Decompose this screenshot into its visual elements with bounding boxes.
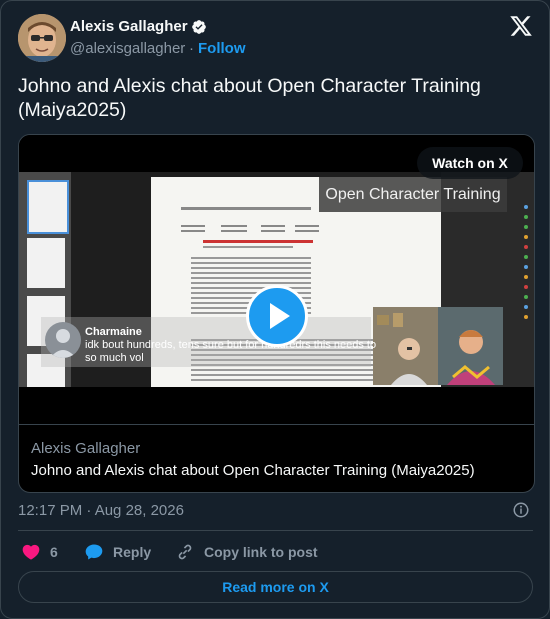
verified-badge-icon	[192, 20, 206, 34]
heart-icon	[22, 544, 40, 560]
reply-button[interactable]: Reply	[84, 542, 154, 562]
link-preview[interactable]: Alexis Gallagher Johno and Alexis chat a…	[19, 424, 534, 492]
x-logo-icon[interactable]	[509, 14, 533, 38]
play-icon	[270, 303, 290, 329]
copy-link-label: Copy link to post	[204, 544, 318, 560]
link-icon	[178, 544, 192, 560]
author-avatar[interactable]	[18, 14, 66, 62]
like-count: 6	[50, 544, 58, 560]
author-handle[interactable]: @alexisgallagher	[70, 40, 185, 57]
read-more-button[interactable]: Read more on X	[18, 571, 533, 603]
copy-link-button[interactable]: Copy link to post	[175, 542, 325, 562]
reply-icon	[85, 544, 103, 560]
tweet-card: Alexis Gallagher @alexisgallagher · Foll…	[0, 0, 550, 619]
handle-separator: ·	[189, 40, 194, 57]
info-icon[interactable]	[512, 501, 530, 519]
webcam-feed	[373, 307, 503, 385]
watch-on-x-button[interactable]: Watch on X	[417, 147, 523, 179]
video-player[interactable]: Open Character Training Charmaine idk bo…	[19, 135, 534, 424]
overlay-title: Open Character Training	[319, 177, 507, 212]
pdf-thumbnail	[27, 180, 69, 234]
link-preview-domain: Alexis Gallagher	[31, 440, 141, 457]
reply-label: Reply	[113, 544, 152, 560]
video-frame: Open Character Training Charmaine idk bo…	[19, 172, 534, 387]
caption-author: Charmaine	[85, 326, 142, 338]
media-card[interactable]: Open Character Training Charmaine idk bo…	[18, 134, 535, 493]
caption-text: idk bout hundreds, tens sure but for hun…	[85, 339, 377, 364]
like-button[interactable]: 6	[21, 542, 71, 562]
play-button[interactable]	[246, 285, 308, 347]
tweet-text: Johno and Alexis chat about Open Charact…	[18, 75, 481, 121]
commenter-avatar-icon	[45, 322, 81, 358]
divider	[18, 530, 533, 531]
tweet-timestamp[interactable]: 12:17 PM · Aug 28, 2026	[18, 502, 184, 519]
pdf-thumbnail	[27, 238, 65, 288]
author-name[interactable]: Alexis Gallagher	[70, 18, 188, 35]
follow-button[interactable]: Follow	[198, 40, 246, 57]
link-preview-title: Johno and Alexis chat about Open Charact…	[31, 462, 475, 479]
app-dock-icons	[524, 205, 528, 319]
